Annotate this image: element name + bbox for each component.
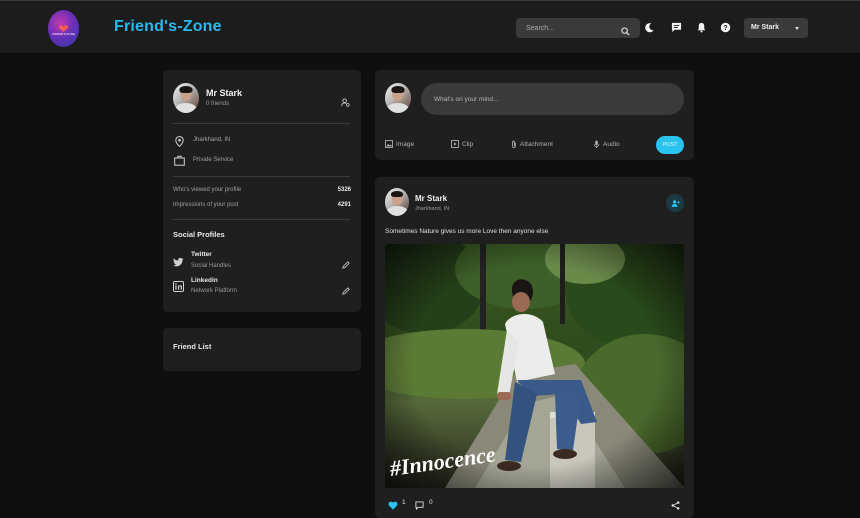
post-card: Mr Stark Jharkhand, IN Sometimes Nature …	[375, 177, 694, 518]
location-pin-icon	[175, 134, 184, 152]
twitter-link[interactable]: Twitter	[191, 251, 212, 258]
clip-button[interactable]: Clip	[451, 140, 473, 148]
post-photo[interactable]: #Innocence	[385, 244, 684, 488]
post-author[interactable]: Mr Stark	[415, 194, 447, 203]
post-text: Sometimes Nature gives us more Love then…	[385, 228, 549, 235]
divider	[173, 123, 350, 124]
attachment-button[interactable]: Attachment	[511, 140, 553, 149]
post-button[interactable]: POST	[656, 136, 684, 154]
user-menu-dropdown[interactable]: Mr Stark	[744, 18, 808, 38]
manage-friends-icon[interactable]	[341, 94, 350, 112]
divider	[173, 219, 350, 220]
profile-card: Mr Stark 0 friends Jharkhand, IN Private…	[163, 70, 361, 312]
twitter-icon	[173, 254, 184, 272]
search-box	[516, 18, 640, 38]
add-friend-icon	[671, 199, 680, 207]
profile-views-label: Who's viewed your profile	[173, 187, 242, 193]
add-friend-button[interactable]	[666, 194, 684, 212]
help-icon[interactable]: ?	[719, 21, 732, 34]
dark-mode-moon-icon[interactable]	[643, 21, 656, 34]
like-heart-icon[interactable]	[388, 497, 398, 515]
status-input[interactable]	[421, 83, 684, 115]
linkedin-link[interactable]: Linkedin	[191, 277, 218, 284]
friend-list-card: Friend List	[163, 328, 361, 371]
search-icon[interactable]	[621, 23, 630, 41]
comment-icon[interactable]	[415, 497, 424, 515]
edit-twitter-pencil-icon[interactable]	[342, 256, 350, 274]
share-icon[interactable]	[671, 497, 680, 515]
profile-name[interactable]: Mr Stark	[206, 88, 242, 98]
brand-title[interactable]: Friend's-Zone	[114, 18, 222, 36]
avatar[interactable]	[385, 188, 409, 216]
logo-text: FRIEND'S ZONE	[52, 32, 75, 36]
profile-views-value: 5326	[337, 187, 351, 193]
post-location: Jharkhand, IN	[415, 206, 450, 212]
location-text: Jharkhand, IN	[193, 137, 231, 143]
avatar[interactable]	[385, 83, 411, 113]
image-button[interactable]: Image	[385, 140, 414, 148]
microphone-icon	[593, 140, 600, 149]
svg-text:?: ?	[723, 25, 727, 32]
occupation-text: Private Service	[193, 157, 234, 163]
attachment-label: Attachment	[520, 141, 553, 148]
notifications-bell-icon[interactable]	[695, 21, 708, 34]
paperclip-icon	[512, 140, 516, 148]
post-impressions-value: 4291	[337, 202, 351, 208]
friends-count: 0 friends	[206, 101, 230, 107]
clip-label: Clip	[462, 140, 474, 148]
search-input[interactable]	[516, 18, 616, 38]
friend-list-title: Friend List	[173, 342, 212, 351]
audio-button[interactable]: Audio	[593, 140, 620, 149]
chevron-down-icon	[795, 27, 799, 30]
messages-icon[interactable]	[670, 21, 683, 34]
edit-linkedin-pencil-icon[interactable]	[342, 282, 350, 300]
like-count: 1	[402, 499, 406, 506]
divider	[173, 176, 350, 177]
top-navbar: ❤ FRIEND'S ZONE Friend's-Zone ? Mr Stark	[0, 0, 860, 53]
image-icon	[385, 140, 393, 148]
logo[interactable]: ❤ FRIEND'S ZONE	[48, 10, 79, 47]
post-composer: Image Clip Attachment Audio POST	[375, 70, 694, 160]
user-menu-label: Mr Stark	[751, 24, 780, 31]
avatar[interactable]	[173, 83, 199, 113]
twitter-subtitle: Social Handles	[191, 263, 232, 269]
comment-count: 0	[429, 499, 433, 506]
briefcase-icon	[174, 153, 185, 171]
audio-label: Audio	[603, 141, 620, 148]
social-profiles-title: Social Profiles	[173, 230, 225, 239]
clip-video-icon	[451, 140, 459, 148]
linkedin-icon	[173, 279, 184, 297]
image-label: Image	[396, 140, 415, 148]
linkedin-subtitle: Network Platform	[191, 288, 238, 294]
post-impressions-label: Impressions of your post	[173, 202, 239, 208]
